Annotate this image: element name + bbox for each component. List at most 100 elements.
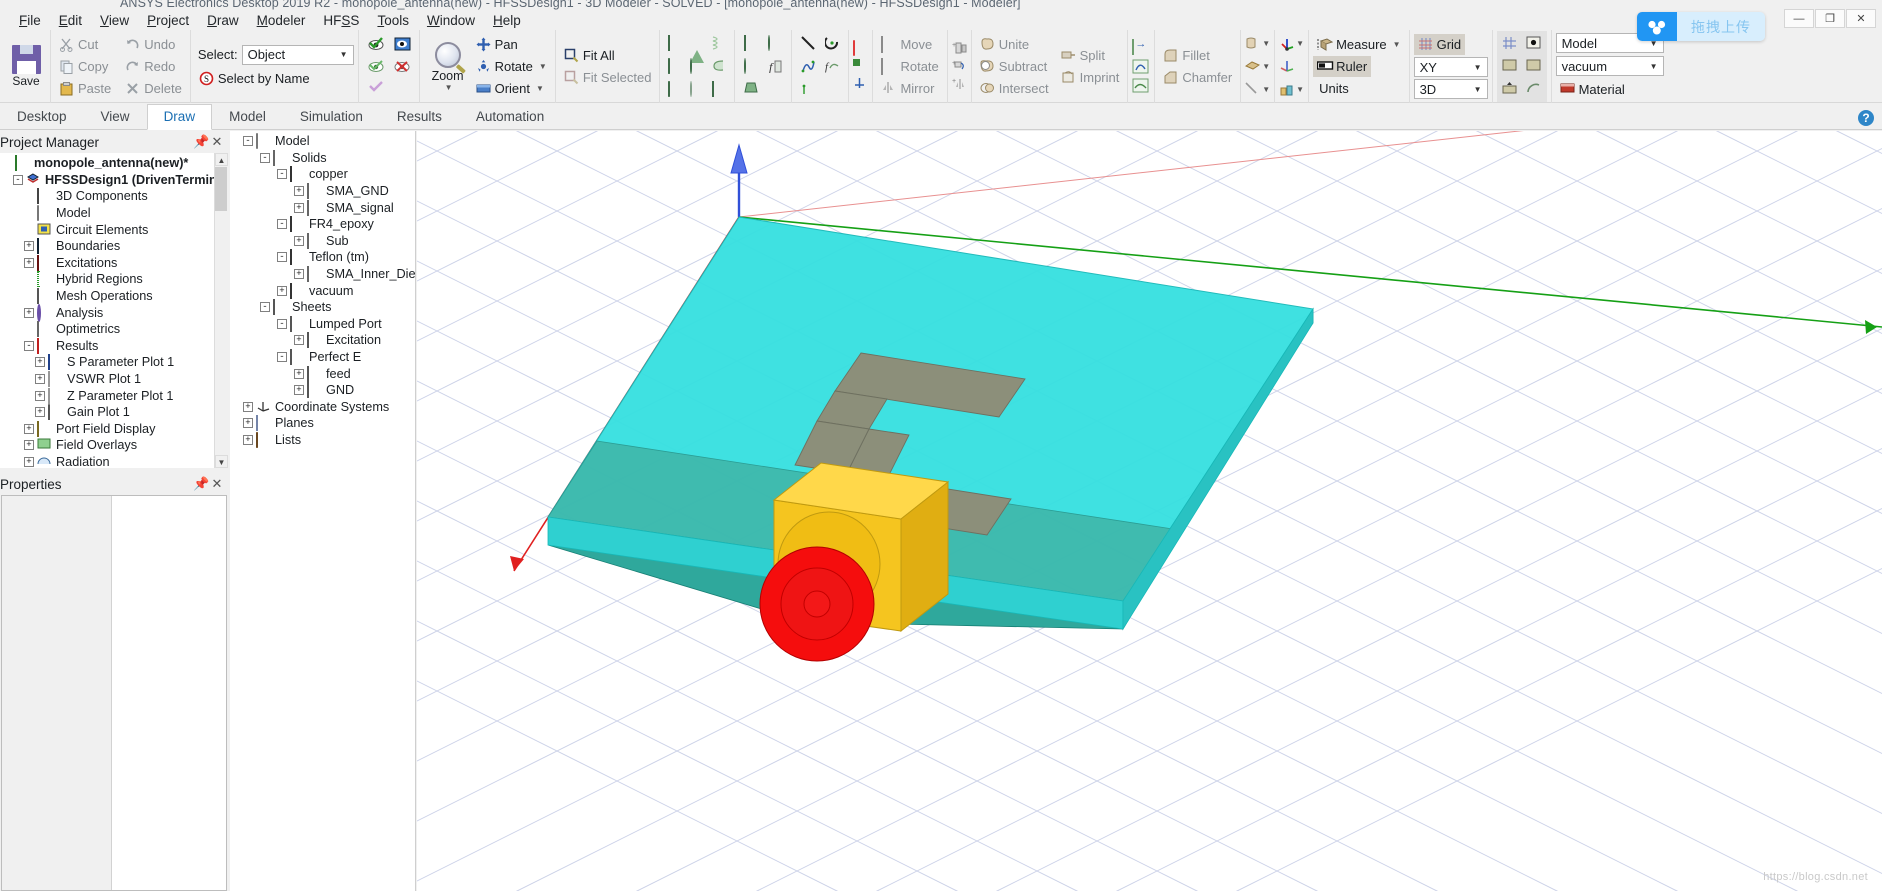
draw-line-icon[interactable] [801,36,816,51]
expand-icon[interactable]: + [35,357,45,368]
collapse-icon[interactable]: - [277,318,287,329]
collapse-icon[interactable]: - [277,169,287,180]
expand-icon[interactable]: + [35,374,45,385]
grid-plane-dropdown[interactable]: XY ▼ [1413,57,1488,77]
chevron-down-icon[interactable]: ▼ [1262,62,1270,71]
expand-icon[interactable]: + [294,368,304,379]
draw-sweep-icon[interactable] [711,81,727,97]
tab-draw[interactable]: Draw [146,104,213,130]
expand-icon[interactable]: + [243,434,253,445]
delete-button[interactable]: Delete [121,78,186,99]
draw-cylinder-icon[interactable] [667,58,683,74]
rotate-object-button[interactable]: Rotate [877,56,942,77]
draw-helix-icon[interactable] [712,36,727,51]
menu-project[interactable]: Project [138,12,198,29]
snap-to-face-icon[interactable] [1526,59,1541,74]
tree-item[interactable]: + Analysis [0,303,227,322]
material-button[interactable]: Material [1556,79,1629,100]
unite-button[interactable]: Unite [976,34,1053,55]
tree-item[interactable]: + vacuum [239,282,415,299]
draw-bondwire-icon[interactable] [712,59,727,74]
rotate-view-button[interactable]: Rotate ▼ [472,56,551,77]
tree-item[interactable]: + Coordinate Systems [239,399,415,416]
tree-item[interactable]: monopole_antenna(new)* [0,155,227,172]
expand-icon[interactable]: + [24,440,34,451]
draw-sphere-icon[interactable] [689,58,705,74]
tree-item[interactable]: + Lists [239,431,415,449]
thicken-sheet-icon[interactable] [1245,36,1260,51]
draw-line-extra-icon[interactable] [825,82,840,97]
create-relative-cs-icon[interactable] [1279,59,1294,74]
tree-item[interactable]: Model [0,205,227,222]
tree-item[interactable]: - copper [239,166,415,183]
tree-item[interactable]: - Teflon (tm) [239,249,415,266]
model-tree[interactable]: - Model - Solids - copper + SMA_GND + SMA_signal -… [230,131,415,891]
pin-icon[interactable]: 📌 [193,476,209,492]
tree-item[interactable]: + GND [239,382,415,399]
tree-item[interactable]: + S Parameter Plot 1 [0,354,227,371]
split-button[interactable]: Split [1057,45,1124,66]
intersect-button[interactable]: Intersect [976,78,1053,99]
paste-button[interactable]: Paste [55,78,115,99]
tree-item[interactable]: + VSWR Plot 1 [0,371,227,388]
draw-regular-polygon-icon[interactable] [744,82,759,97]
collapse-icon[interactable]: - [243,136,253,147]
scroll-down-icon[interactable]: ▼ [215,455,228,468]
expand-icon[interactable]: + [24,456,34,467]
tree-item[interactable]: + Z Parameter Plot 1 [0,387,227,404]
menu-window[interactable]: Window [418,12,484,29]
tree-item[interactable]: - Sheets [239,299,415,316]
scroll-up-icon[interactable]: ▲ [215,153,228,166]
tree-item[interactable]: + Excitations [0,254,227,272]
expand-icon[interactable]: + [35,407,45,418]
draw-spline-icon[interactable] [801,59,816,74]
menu-hfss[interactable]: HFSS [314,12,368,29]
help-button[interactable]: ? [1858,110,1874,126]
tree-item[interactable]: - Solids [239,149,415,167]
tree-item[interactable]: + feed [239,365,415,382]
close-button[interactable]: ✕ [1846,9,1876,28]
redo-button[interactable]: Redo [121,56,186,77]
tree-item[interactable]: Circuit Elements [0,221,227,238]
menu-tools[interactable]: Tools [368,12,418,29]
create-face-cs-icon[interactable] [1279,82,1294,97]
tree-item[interactable]: + Radiation [0,454,227,468]
duplicate-mirror-icon[interactable]: + [952,77,967,92]
tree-item[interactable]: - Model [239,133,415,150]
duplicate-along-line-icon[interactable]: + [952,41,967,56]
expand-icon[interactable]: + [24,257,34,268]
collapse-icon[interactable]: - [13,174,23,185]
draw-box-icon[interactable] [667,35,683,51]
collapse-icon[interactable]: - [24,340,34,351]
3d-viewport[interactable]: https://blog.csdn.net [417,131,1882,891]
expand-icon[interactable]: + [35,390,45,401]
expand-icon[interactable]: + [294,335,304,346]
imprint-button[interactable]: Imprint [1057,67,1124,88]
tree-item[interactable]: + Gain Plot 1 [0,404,227,421]
menu-draw[interactable]: Draw [198,12,248,29]
snap-to-edge-icon[interactable] [1502,59,1517,74]
cut-button[interactable]: Cut [55,34,115,55]
menu-edit[interactable]: Edit [50,12,91,29]
grid-mode-dropdown[interactable]: 3D ▼ [1413,79,1488,99]
undo-button[interactable]: Undo [121,34,186,55]
tree-item[interactable]: Optimetrics [0,321,227,338]
draw-2d-extra-icon[interactable] [768,82,783,97]
chamfer-button[interactable]: Chamfer [1159,67,1236,88]
collapse-icon[interactable]: - [277,352,287,363]
expand-icon[interactable]: + [24,423,34,434]
mirror-button[interactable]: Mirror [877,78,942,99]
visibility-extra-icon[interactable] [394,81,409,96]
create-plane-icon[interactable] [853,77,868,92]
expand-icon[interactable]: + [243,418,253,429]
show-previous-icon[interactable] [368,81,383,96]
chevron-down-icon[interactable]: ▼ [1296,39,1304,48]
hide-selection-icon[interactable] [368,59,384,74]
tree-item[interactable]: + SMA_Inner_Die [239,266,415,283]
draw-equation-surface-icon[interactable]: f [768,59,783,74]
chevron-down-icon[interactable]: ▼ [1262,85,1270,94]
expand-icon[interactable]: + [243,401,253,412]
expand-icon[interactable]: + [24,307,34,318]
project-tree[interactable]: monopole_antenna(new)* - HFSSDesign1 (Driv… [0,153,227,468]
tree-item[interactable]: - Lumped Port [239,315,415,333]
